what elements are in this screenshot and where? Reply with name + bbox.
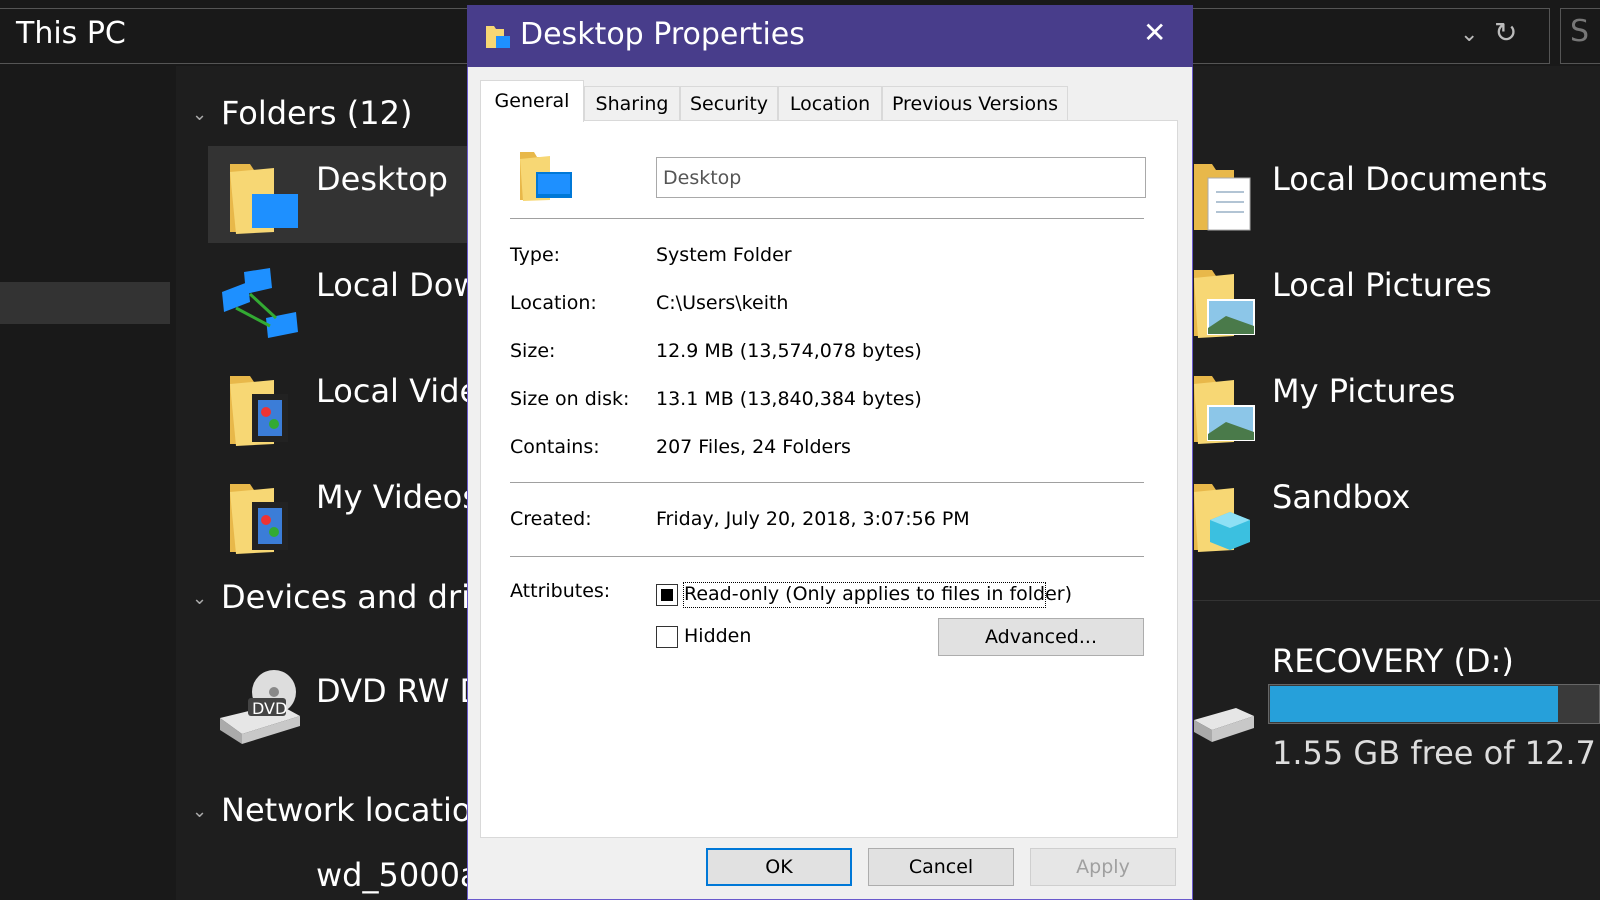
address-dropdown-icon[interactable]: ⌄: [1460, 22, 1478, 47]
group-header-network[interactable]: Network location: [221, 791, 492, 829]
hard-drive-icon: [1194, 708, 1254, 742]
collapse-network-icon[interactable]: ⌄: [192, 801, 207, 822]
folder-name-field[interactable]: [656, 157, 1146, 198]
search-placeholder: S: [1570, 14, 1590, 49]
attributes-label: Attributes:: [510, 580, 611, 602]
drive-label-recovery: RECOVERY (D:): [1272, 642, 1514, 680]
sandbox-folder-icon: [1194, 484, 1250, 552]
folder-label: My Videos: [316, 478, 480, 516]
network-location-label: wd_5000a: [316, 856, 480, 894]
general-tab-panel: [480, 120, 1178, 838]
contains-value: 207 Files, 24 Folders: [656, 436, 851, 458]
address-text: This PC: [16, 16, 126, 51]
contains-label: Contains:: [510, 436, 600, 458]
group-header-devices[interactable]: Devices and drive: [221, 578, 509, 616]
dvd-badge: DVD: [252, 699, 288, 718]
collapse-folders-icon[interactable]: ⌄: [192, 104, 207, 125]
readonly-checkbox[interactable]: [656, 584, 678, 606]
drive-label-dvd: DVD RW D: [316, 672, 485, 710]
hidden-label[interactable]: Hidden: [684, 625, 751, 647]
advanced-button[interactable]: Advanced...: [938, 618, 1144, 656]
collapse-devices-icon[interactable]: ⌄: [192, 588, 207, 609]
folder-label: Local Documents: [1272, 160, 1548, 198]
video-folder-icon: [230, 484, 288, 554]
tab-general[interactable]: General: [480, 80, 584, 122]
tab-security[interactable]: Security: [680, 86, 778, 120]
hidden-checkbox[interactable]: [656, 626, 678, 648]
type-value: System Folder: [656, 244, 792, 266]
size-label: Size:: [510, 340, 556, 362]
close-icon[interactable]: ✕: [1143, 16, 1166, 49]
tab-location[interactable]: Location: [778, 86, 882, 120]
divider: [510, 218, 1144, 219]
desktop-folder-icon: [230, 164, 298, 234]
divider: [510, 482, 1144, 483]
folder-label: Local Pictures: [1272, 266, 1492, 304]
tab-sharing[interactable]: Sharing: [584, 86, 680, 120]
network-icon: [222, 268, 298, 338]
folder-label: Local Vide: [316, 372, 480, 410]
nav-selected-item[interactable]: [0, 282, 170, 324]
documents-folder-icon: [1194, 164, 1251, 231]
folder-label: Sandbox: [1272, 478, 1411, 516]
drive-free-space: 1.55 GB free of 12.7 GE: [1272, 734, 1600, 772]
created-label: Created:: [510, 508, 592, 530]
pictures-folder-icon: [1194, 376, 1255, 444]
drive-usage-fill: [1270, 686, 1558, 722]
group-header-folders[interactable]: Folders (12): [221, 94, 412, 132]
folder-label: Local Dow: [316, 266, 480, 304]
size-on-disk-value: 13.1 MB (13,840,384 bytes): [656, 388, 922, 410]
tab-previous-versions[interactable]: Previous Versions: [882, 86, 1068, 120]
group-divider: [1190, 600, 1600, 601]
checkbox-indeterminate-mark: [661, 589, 673, 601]
location-value: C:\Users\keith: [656, 292, 789, 314]
refresh-icon[interactable]: ↻: [1494, 16, 1517, 49]
cancel-button[interactable]: Cancel: [868, 848, 1014, 886]
location-label: Location:: [510, 292, 597, 314]
desktop-folder-icon: [486, 26, 510, 48]
type-label: Type:: [510, 244, 561, 266]
apply-button[interactable]: Apply: [1030, 848, 1176, 886]
divider: [510, 556, 1144, 557]
ok-button[interactable]: OK: [706, 848, 852, 886]
readonly-label[interactable]: Read-only (Only applies to files in fold…: [684, 583, 1072, 605]
pictures-folder-icon: [1194, 270, 1255, 338]
created-value: Friday, July 20, 2018, 3:07:56 PM: [656, 508, 970, 530]
dialog-title: Desktop Properties: [520, 17, 805, 52]
folder-label: My Pictures: [1272, 372, 1456, 410]
desktop-folder-icon: [520, 152, 572, 201]
video-folder-icon: [230, 376, 288, 446]
size-on-disk-label: Size on disk:: [510, 388, 630, 410]
folder-label: Desktop: [316, 160, 448, 198]
navigation-pane: [0, 66, 170, 900]
size-value: 12.9 MB (13,574,078 bytes): [656, 340, 922, 362]
